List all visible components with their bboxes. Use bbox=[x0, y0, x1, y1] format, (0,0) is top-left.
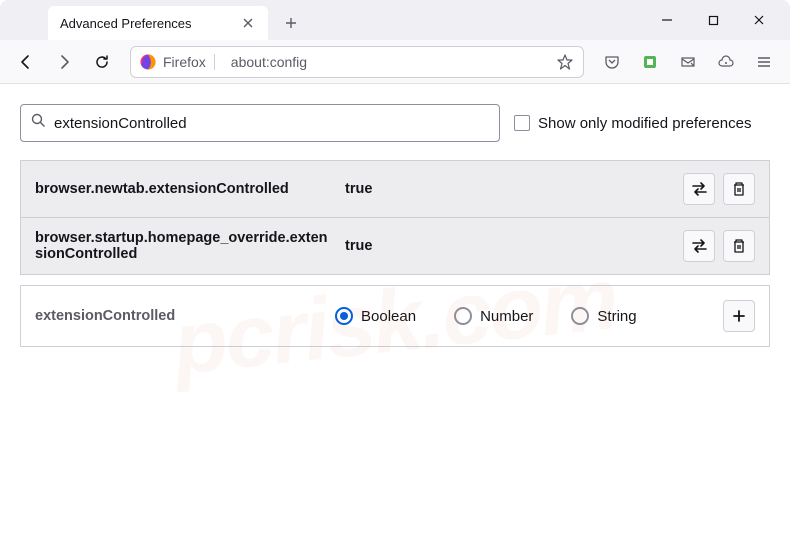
tab-title: Advanced Preferences bbox=[60, 16, 240, 31]
pref-row[interactable]: browser.startup.homepage_override.extens… bbox=[21, 217, 769, 274]
menu-icon[interactable] bbox=[748, 46, 780, 78]
show-modified-checkbox[interactable]: Show only modified preferences bbox=[514, 115, 751, 132]
content-area: Show only modified preferences browser.n… bbox=[0, 84, 790, 367]
new-pref-row: extensionControlled Boolean Number Strin… bbox=[20, 285, 770, 347]
checkbox-label-text: Show only modified preferences bbox=[538, 115, 751, 132]
checkbox-icon bbox=[514, 115, 530, 131]
search-icon bbox=[31, 113, 46, 133]
reload-button[interactable] bbox=[86, 46, 118, 78]
search-input[interactable] bbox=[54, 115, 489, 132]
delete-button[interactable] bbox=[723, 173, 755, 205]
search-row: Show only modified preferences bbox=[20, 104, 770, 142]
toolbar: Firefox about:config bbox=[0, 40, 790, 84]
add-button[interactable] bbox=[723, 300, 755, 332]
titlebar: Advanced Preferences bbox=[0, 0, 790, 40]
radio-number[interactable]: Number bbox=[454, 307, 533, 325]
pref-table: browser.newtab.extensionControlled true … bbox=[20, 160, 770, 275]
extension-icon[interactable] bbox=[634, 46, 666, 78]
radio-boolean[interactable]: Boolean bbox=[335, 307, 416, 325]
delete-button[interactable] bbox=[723, 230, 755, 262]
new-tab-button[interactable] bbox=[276, 8, 306, 38]
url-bar[interactable]: Firefox about:config bbox=[130, 46, 584, 78]
identity-label: Firefox bbox=[163, 54, 215, 70]
pref-actions bbox=[683, 173, 755, 205]
tab-active[interactable]: Advanced Preferences bbox=[48, 6, 268, 40]
radio-label: String bbox=[597, 308, 636, 325]
pref-row[interactable]: browser.newtab.extensionControlled true bbox=[21, 161, 769, 217]
firefox-icon bbox=[139, 53, 157, 71]
cloud-icon[interactable] bbox=[710, 46, 742, 78]
radio-string[interactable]: String bbox=[571, 307, 636, 325]
bookmark-star-icon[interactable] bbox=[551, 48, 579, 76]
radio-icon bbox=[571, 307, 589, 325]
url-text: about:config bbox=[223, 54, 551, 70]
pref-name: browser.newtab.extensionControlled bbox=[35, 181, 335, 197]
radio-icon bbox=[454, 307, 472, 325]
minimize-button[interactable] bbox=[644, 0, 690, 40]
radio-icon bbox=[335, 307, 353, 325]
back-button[interactable] bbox=[10, 46, 42, 78]
close-icon[interactable] bbox=[240, 15, 256, 31]
close-window-button[interactable] bbox=[736, 0, 782, 40]
mail-icon[interactable] bbox=[672, 46, 704, 78]
window-controls bbox=[644, 0, 790, 40]
new-pref-name: extensionControlled bbox=[35, 308, 335, 324]
identity-box[interactable]: Firefox bbox=[137, 51, 223, 73]
pocket-icon[interactable] bbox=[596, 46, 628, 78]
pref-value: true bbox=[345, 238, 673, 254]
pref-value: true bbox=[345, 181, 673, 197]
pref-name: browser.startup.homepage_override.extens… bbox=[35, 230, 335, 262]
toggle-button[interactable] bbox=[683, 230, 715, 262]
toggle-button[interactable] bbox=[683, 173, 715, 205]
search-box[interactable] bbox=[20, 104, 500, 142]
pref-actions bbox=[683, 230, 755, 262]
forward-button[interactable] bbox=[48, 46, 80, 78]
radio-label: Boolean bbox=[361, 308, 416, 325]
maximize-button[interactable] bbox=[690, 0, 736, 40]
browser-window: Advanced Preferences bbox=[0, 0, 790, 553]
type-radio-group: Boolean Number String bbox=[335, 307, 723, 325]
radio-label: Number bbox=[480, 308, 533, 325]
